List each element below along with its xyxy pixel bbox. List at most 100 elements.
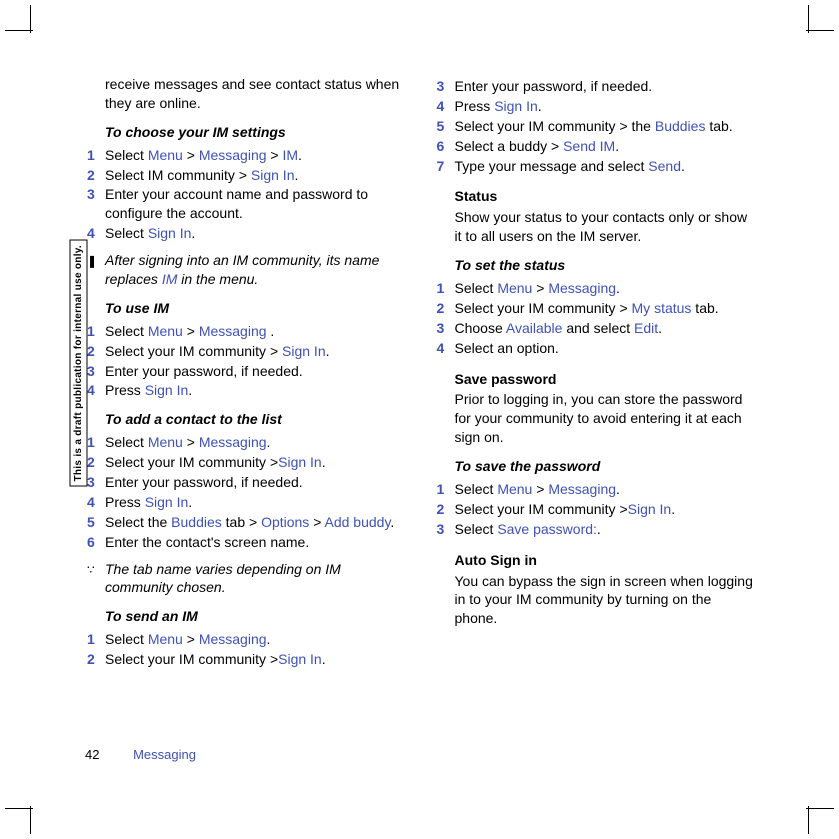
column-right: 3Enter your password, if needed. 4Press …: [435, 75, 755, 670]
list-item: 2 Select IM community > Sign In.: [85, 166, 405, 185]
list-item: 3 Enter your password, if needed.: [85, 473, 405, 492]
step-number: 2: [87, 166, 97, 185]
heading-save-password: Save password: [435, 370, 755, 389]
list-item: 2Select your IM community >Sign In.: [85, 650, 405, 669]
crop-mark: [806, 808, 834, 809]
save-password-paragraph: Prior to logging in, you can store the p…: [435, 390, 755, 447]
step-text: Enter the contact's screen name.: [105, 534, 309, 550]
list-item: 3Enter your account name and password to…: [85, 185, 405, 223]
steps-add-contact: 1Select Menu > Messaging. 2 Select your I…: [85, 433, 405, 551]
list-item: 1 Select Menu > Messaging.: [435, 279, 755, 298]
crop-mark: [5, 30, 33, 31]
step-number: 4: [437, 97, 447, 116]
step-text: Select Menu > Messaging > IM.: [105, 147, 302, 163]
tip-icon: ∵: [87, 562, 95, 578]
steps-set-status: 1 Select Menu > Messaging. 2Select your I…: [435, 279, 755, 358]
step-text: Enter your password, if needed.: [105, 474, 303, 490]
footer-section-title: Messaging: [133, 747, 196, 762]
step-text: Select a buddy > Send IM.: [455, 138, 620, 154]
step-number: 3: [437, 319, 447, 338]
steps-choose-im-settings: 1 Select Menu > Messaging > IM. 2 Select I…: [85, 146, 405, 243]
status-paragraph: Show your status to your contacts only o…: [435, 208, 755, 246]
note-tab-name: ∵ The tab name varies depending on IM co…: [85, 560, 405, 598]
page-number: 42: [85, 747, 99, 762]
step-number: 3: [87, 473, 97, 492]
step-text: Choose Available and select Edit.: [455, 320, 663, 336]
step-number: 1: [87, 630, 97, 649]
step-number: 6: [437, 137, 447, 156]
step-number: 1: [437, 279, 447, 298]
steps-use-im: 1Select Menu > Messaging . 2Select your …: [85, 322, 405, 401]
steps-send-im: 1 Select Menu > Messaging. 2Select your I…: [85, 630, 405, 669]
list-item: 3 Enter your password, if needed.: [85, 362, 405, 381]
list-item: 6Enter the contact's screen name.: [85, 533, 405, 552]
list-item: 2 Select your IM community >Sign In.: [85, 453, 405, 472]
step-number: 5: [87, 513, 97, 532]
step-number: 1: [437, 480, 447, 499]
step-number: 3: [87, 185, 97, 204]
note-signin: ❚ After signing into an IM community, it…: [85, 251, 405, 289]
step-text: Select your IM community >Sign In.: [455, 501, 676, 517]
list-item: 2Select your IM community > Sign In.: [85, 342, 405, 361]
step-text: Type your message and select Send.: [455, 158, 685, 174]
step-number: 4: [87, 381, 97, 400]
heading-to-save-password: To save the password: [435, 457, 755, 476]
step-number: 2: [87, 453, 97, 472]
list-item: 4 Press Sign In.: [85, 381, 405, 400]
info-icon: ❚: [87, 253, 97, 269]
step-number: 3: [87, 362, 97, 381]
list-item: 2 Select your IM community >Sign In.: [435, 500, 755, 519]
column-left: receive messages and see contact status …: [85, 75, 405, 670]
heading-set-status: To set the status: [435, 256, 755, 275]
page-footer: 42 Messaging: [85, 746, 196, 764]
step-text: Select your IM community > Sign In.: [105, 343, 330, 359]
heading-send-im: To send an IM: [85, 607, 405, 626]
crop-mark: [5, 808, 33, 809]
step-text: Select an option.: [455, 340, 559, 356]
list-item: 5Select your IM community > the Buddies …: [435, 117, 755, 136]
list-item: 3 Choose Available and select Edit.: [435, 319, 755, 338]
step-number: 7: [437, 157, 447, 176]
list-item: 1Select Menu > Messaging.: [85, 433, 405, 452]
step-number: 1: [87, 146, 97, 165]
crop-mark: [30, 5, 31, 33]
step-text: Select your IM community >Sign In.: [105, 454, 326, 470]
heading-status: Status: [435, 187, 755, 206]
heading-add-contact: To add a contact to the list: [85, 410, 405, 429]
list-item: 5Select the Buddies tab > Options > Add …: [85, 513, 405, 532]
list-item: 4 Select an option.: [435, 339, 755, 358]
step-number: 4: [87, 224, 97, 243]
step-text: Select your IM community >Sign In.: [105, 651, 326, 667]
step-text: Press Sign In.: [105, 382, 192, 398]
step-text: Select Menu > Messaging.: [455, 280, 620, 296]
intro-paragraph: receive messages and see contact status …: [85, 75, 405, 113]
step-text: Select Save password:.: [455, 521, 601, 537]
step-text: Select Menu > Messaging.: [455, 481, 620, 497]
step-number: 5: [437, 117, 447, 136]
step-number: 3: [437, 77, 447, 96]
step-number: 3: [437, 520, 447, 539]
list-item: 1Select Menu > Messaging .: [85, 322, 405, 341]
list-item: 4 Press Sign In.: [435, 97, 755, 116]
crop-mark: [30, 806, 31, 834]
crop-mark: [806, 30, 834, 31]
step-text: Select IM community > Sign In.: [105, 167, 298, 183]
steps-save-password: 1 Select Menu > Messaging. 2 Select your I…: [435, 480, 755, 539]
step-text: Select Menu > Messaging.: [105, 631, 270, 647]
step-number: 2: [437, 500, 447, 519]
list-item: 2Select your IM community > My status ta…: [435, 299, 755, 318]
step-text: Press Sign In.: [105, 494, 192, 510]
step-number: 4: [87, 493, 97, 512]
step-text: Enter your password, if needed.: [105, 363, 303, 379]
list-item: 7 Type your message and select Send.: [435, 157, 755, 176]
step-text: Select Menu > Messaging .: [105, 323, 274, 339]
list-item: 1 Select Menu > Messaging.: [435, 480, 755, 499]
list-item: 6 Select a buddy > Send IM.: [435, 137, 755, 156]
list-item: 4 Press Sign In.: [85, 493, 405, 512]
heading-use-im: To use IM: [85, 299, 405, 318]
step-text: Press Sign In.: [455, 98, 542, 114]
crop-mark: [808, 806, 809, 834]
step-text: Select your IM community > My status tab…: [455, 300, 719, 316]
step-number: 4: [437, 339, 447, 358]
list-item: 3 Select Save password:.: [435, 520, 755, 539]
